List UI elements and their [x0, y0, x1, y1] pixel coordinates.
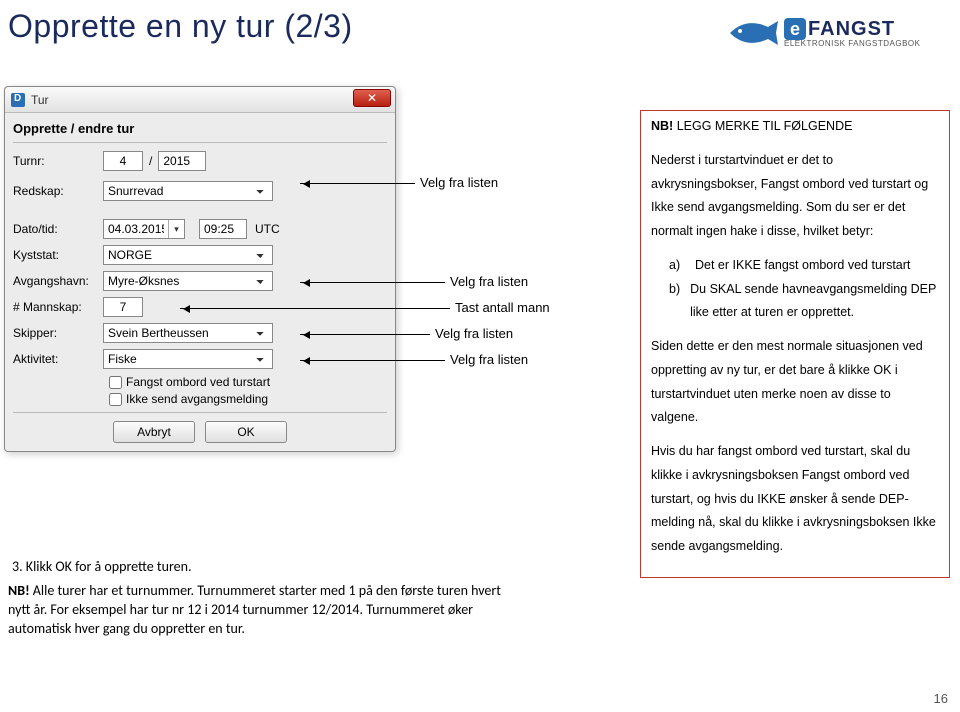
anno-3: Tast antall mann: [455, 300, 550, 315]
fangst-ombord-checkbox[interactable]: [109, 376, 122, 389]
anno-2: Velg fra listen: [450, 274, 528, 289]
ikke-send-checkbox[interactable]: [109, 393, 122, 406]
note-p2: Nederst i turstartvinduet er det to avkr…: [651, 149, 939, 244]
titlebar: Tur ✕: [5, 87, 395, 113]
label-mannskap: # Mannskap:: [13, 300, 103, 314]
section-title: Opprette / endre tur: [13, 121, 387, 136]
note-item-a: a)Det er IKKE fangst ombord ved turstart: [669, 254, 939, 278]
dato-field[interactable]: [104, 221, 168, 237]
turnr-year-input[interactable]: [158, 151, 206, 171]
turnr-num-input[interactable]: [103, 151, 143, 171]
tid-input[interactable]: [199, 219, 247, 239]
arrow-3: [180, 308, 450, 309]
anno-5: Velg fra listen: [450, 352, 528, 367]
page-title: Opprette en ny tur (2/3): [8, 8, 353, 45]
logo-e-badge: e: [784, 18, 806, 40]
fangst-ombord-label: Fangst ombord ved turstart: [126, 375, 270, 389]
bottom-nb: NB! Alle turer har et turnummer. Turnumm…: [8, 582, 508, 639]
close-icon: ✕: [367, 91, 377, 105]
arrow-1: [300, 183, 415, 184]
note-box: NB! LEGG MERKE TIL FØLGENDE Nederst i tu…: [640, 110, 950, 578]
aktivitet-select[interactable]: [103, 349, 273, 369]
label-redskap: Redskap:: [13, 184, 103, 198]
step-3: 3. Klikk OK for å opprette turen.: [12, 558, 192, 575]
dialog-title: Tur: [31, 93, 49, 107]
logo: e FANGST ELEKTRONISK FANGSTDAGBOK: [728, 8, 948, 58]
label-avgangshavn: Avgangshavn:: [13, 274, 103, 288]
tur-dialog: Tur ✕ Opprette / endre tur Turnr: / Reds…: [4, 86, 396, 452]
label-aktivitet: Aktivitet:: [13, 352, 103, 366]
arrow-4: [300, 334, 430, 335]
label-skipper: Skipper:: [13, 326, 103, 340]
tz-label: UTC: [255, 222, 280, 236]
slash: /: [149, 154, 152, 168]
note-heading: NB! LEGG MERKE TIL FØLGENDE: [651, 115, 939, 139]
note-p4: Hvis du har fangst ombord ved turstart, …: [651, 440, 939, 559]
ok-button[interactable]: OK: [205, 421, 287, 443]
note-p3: Siden dette er den mest normale situasjo…: [651, 335, 939, 430]
cancel-button[interactable]: Avbryt: [113, 421, 195, 443]
anno-1: Velg fra listen: [420, 175, 498, 190]
close-button[interactable]: ✕: [353, 89, 391, 107]
logo-subtitle: ELEKTRONISK FANGSTDAGBOK: [784, 40, 920, 48]
divider: [13, 142, 387, 143]
ikke-send-label: Ikke send avgangsmelding: [126, 392, 268, 406]
dato-input[interactable]: ▾: [103, 219, 185, 239]
arrow-2: [300, 282, 445, 283]
kyststat-select[interactable]: [103, 245, 273, 265]
app-icon: [11, 93, 25, 107]
page-number: 16: [934, 691, 948, 706]
avgangshavn-select[interactable]: [103, 271, 273, 291]
calendar-dropdown-icon[interactable]: ▾: [168, 220, 184, 238]
arrow-5: [300, 360, 445, 361]
redskap-select[interactable]: [103, 181, 273, 201]
logo-brand: FANGST: [808, 19, 895, 39]
label-datotid: Dato/tid:: [13, 222, 103, 236]
note-list: a)Det er IKKE fangst ombord ved turstart…: [651, 254, 939, 325]
label-turnr: Turnr:: [13, 154, 103, 168]
fish-icon: [728, 15, 778, 51]
skipper-select[interactable]: [103, 323, 273, 343]
anno-4: Velg fra listen: [435, 326, 513, 341]
mannskap-input[interactable]: [103, 297, 143, 317]
note-item-b: b)Du SKAL sende havneavgangsmelding DEP …: [669, 278, 939, 326]
label-kyststat: Kyststat:: [13, 248, 103, 262]
